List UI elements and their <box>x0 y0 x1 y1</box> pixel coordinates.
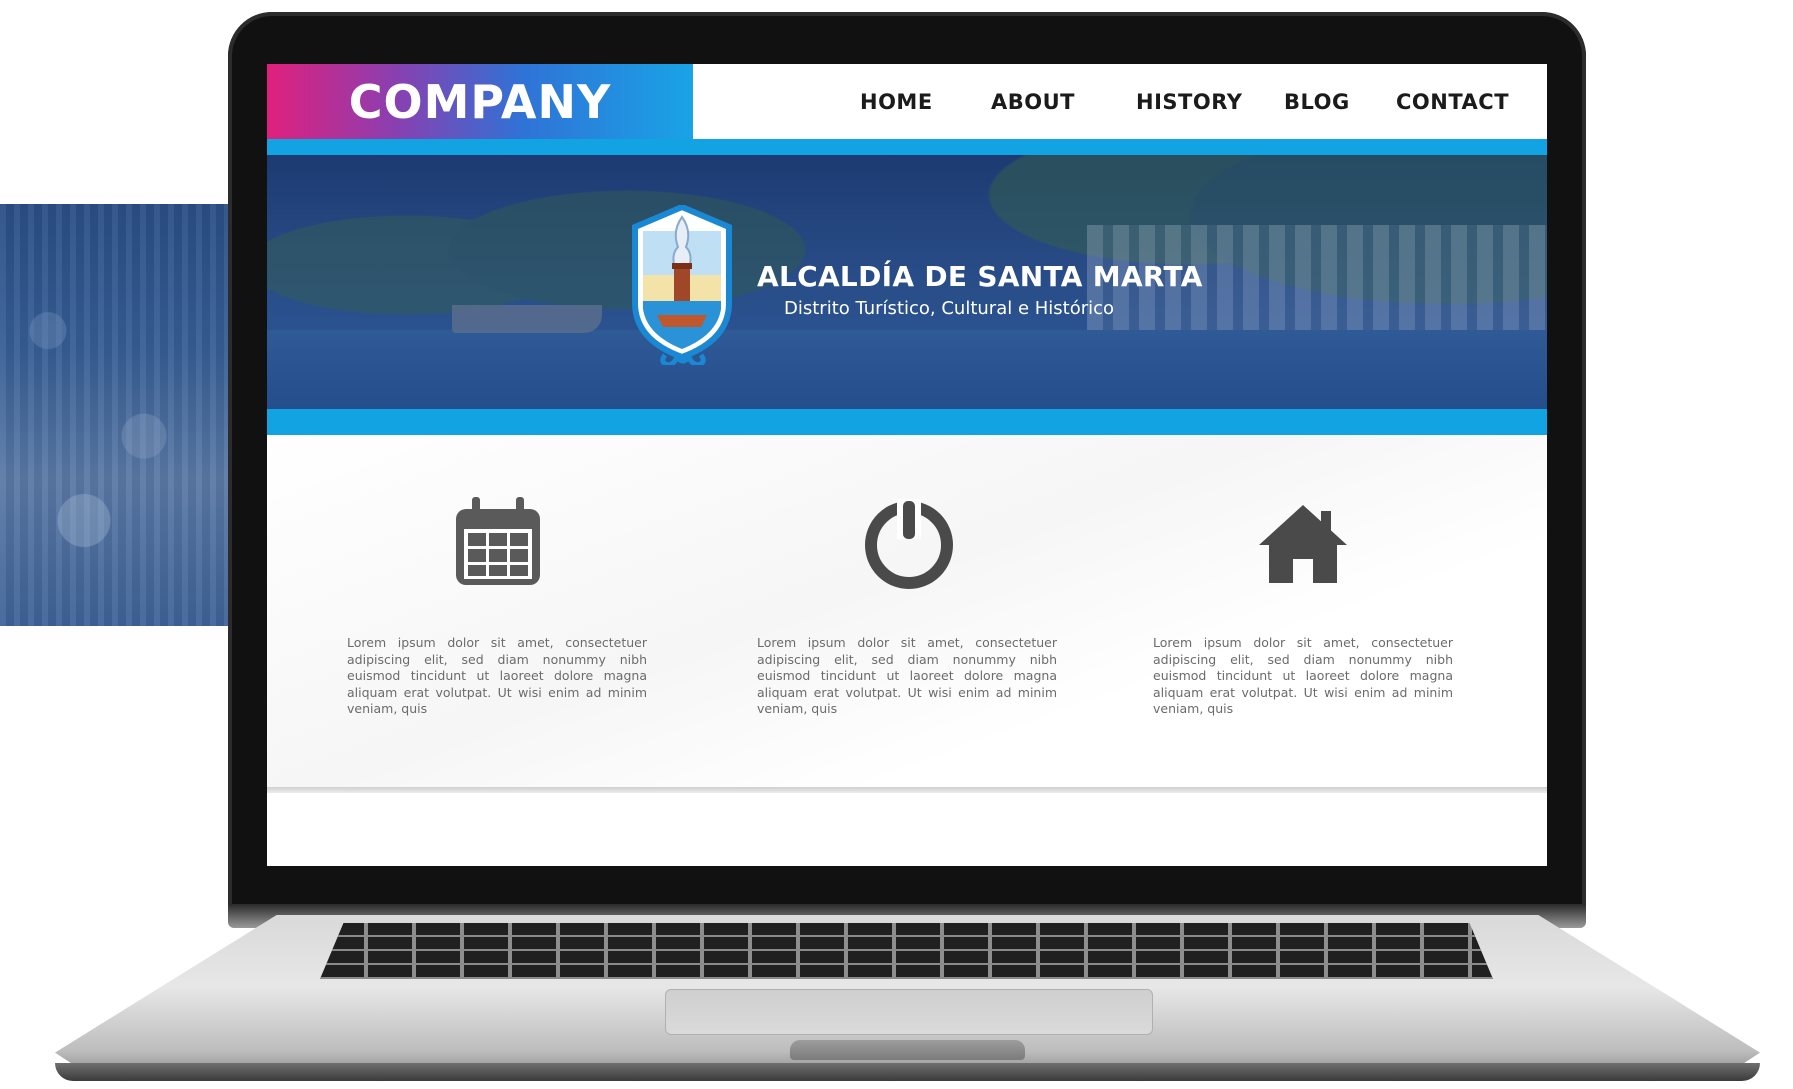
laptop-notch <box>790 1040 1025 1060</box>
site-header: COMPANY HOME ABOUT HISTORY BLOG CONTACT <box>267 64 1547 139</box>
brand-logo[interactable]: COMPANY <box>267 64 693 139</box>
city-crest-icon <box>632 205 732 365</box>
background-city-photo <box>0 204 240 626</box>
features-section: Lorem ipsum dolor sit amet, consectetuer… <box>267 435 1547 787</box>
feature-card-calendar: Lorem ipsum dolor sit amet, consectetuer… <box>347 435 647 787</box>
nav-about-link[interactable]: ABOUT <box>991 90 1075 114</box>
nav-home-link[interactable]: HOME <box>860 90 933 114</box>
laptop-screen: COMPANY HOME ABOUT HISTORY BLOG CONTACT … <box>267 64 1547 866</box>
feature-card-power: Lorem ipsum dolor sit amet, consectetuer… <box>757 435 1057 787</box>
laptop-front-edge <box>55 1063 1760 1081</box>
hero-banner: ALCALDÍA DE SANTA MARTA Distrito Turísti… <box>267 155 1547 409</box>
brand-name: COMPANY <box>348 74 612 129</box>
feature-text: Lorem ipsum dolor sit amet, consectetuer… <box>1153 635 1453 716</box>
power-icon[interactable] <box>861 495 957 591</box>
calendar-icon[interactable] <box>450 495 546 591</box>
home-icon[interactable] <box>1255 495 1351 591</box>
nav-contact-link[interactable]: CONTACT <box>1396 90 1509 114</box>
hero-ship <box>452 305 602 333</box>
feature-text: Lorem ipsum dolor sit amet, consectetuer… <box>757 635 1057 716</box>
nav-history-link[interactable]: HISTORY <box>1136 90 1242 114</box>
section-divider <box>267 787 1547 793</box>
hero-subtitle: Distrito Turístico, Cultural e Histórico <box>784 298 1115 319</box>
hero-title: ALCALDÍA DE SANTA MARTA <box>757 260 1203 293</box>
feature-card-home: Lorem ipsum dolor sit amet, consectetuer… <box>1153 435 1453 787</box>
laptop-trackpad <box>665 989 1153 1035</box>
feature-text: Lorem ipsum dolor sit amet, consectetuer… <box>347 635 647 716</box>
accent-bar-top <box>267 139 1547 155</box>
nav-blog-link[interactable]: BLOG <box>1284 90 1350 114</box>
accent-bar-bottom <box>267 409 1547 435</box>
keyboard-rows <box>320 923 1493 979</box>
hero-bay-water <box>267 330 1547 409</box>
